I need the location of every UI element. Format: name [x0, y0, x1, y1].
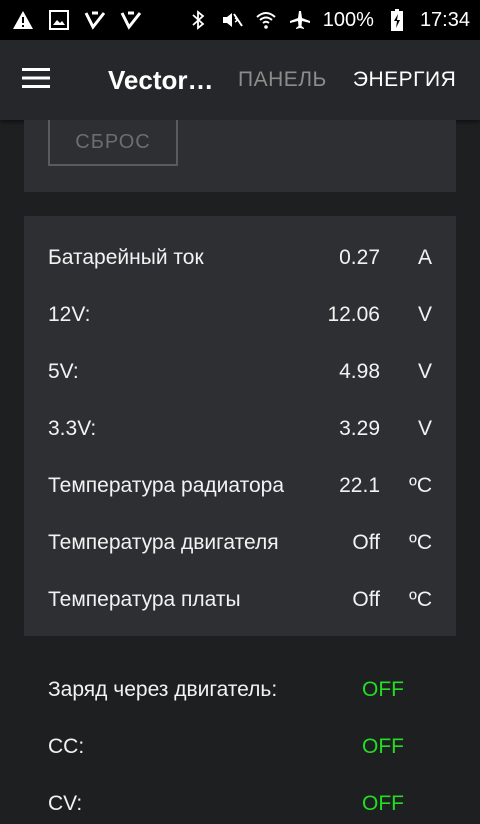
mode-state: OFF	[362, 678, 404, 701]
reading-value: 12.06	[327, 303, 380, 326]
reading-unit: V	[417, 417, 432, 440]
mode-row-cv: CV: OFF	[48, 784, 448, 824]
menu-button[interactable]	[0, 40, 72, 120]
reading-row-12v: 12V: 12.06 V	[48, 295, 432, 335]
reading-value: Off	[352, 588, 380, 611]
battery-charging-icon	[386, 9, 408, 31]
reading-value: 3.29	[339, 417, 380, 440]
vector-app-icon	[84, 9, 106, 31]
reading-unit: V	[417, 360, 432, 383]
reading-row-radiator-temp: Температура радиатора 22.1 ºC	[48, 466, 432, 506]
reading-value: 4.98	[339, 360, 380, 383]
reading-unit: ºC	[409, 588, 432, 611]
reading-value: Off	[352, 531, 380, 554]
mute-icon	[221, 9, 243, 31]
reading-row-5v: 5V: 4.98 V	[48, 352, 432, 392]
readings-card: Батарейный ток 0.27 A 12V: 12.06 V 5V: 4…	[24, 216, 456, 636]
bluetooth-icon	[187, 9, 209, 31]
mode-label: CV:	[48, 792, 83, 815]
clock: 17:34	[419, 8, 470, 31]
reading-row-board-temp: Температура платы Off ºC	[48, 580, 432, 620]
reading-row-motor-temp: Температура двигателя Off ºC	[48, 523, 432, 563]
mode-row-motor-charging: Заряд через двигатель: OFF	[48, 670, 448, 710]
mode-label: Заряд через двигатель:	[48, 678, 278, 701]
mode-row-cc: CC: OFF	[48, 727, 448, 767]
tab-energy[interactable]: ЭНЕРГИЯ	[353, 68, 456, 92]
reading-row-3v3: 3.3V: 3.29 V	[48, 409, 432, 449]
reset-card: СБРОС	[24, 120, 456, 192]
reading-unit: V	[417, 303, 432, 326]
reading-row-battery-current: Батарейный ток 0.27 A	[48, 238, 432, 278]
hamburger-menu-icon	[22, 67, 50, 93]
battery-percent: 100%	[322, 8, 374, 31]
app-title: Vector…	[108, 64, 214, 95]
reading-unit: ºC	[409, 474, 432, 497]
warning-icon	[12, 9, 34, 31]
reset-button[interactable]: СБРОС	[48, 120, 178, 166]
reading-value: 0.27	[339, 246, 380, 269]
reading-unit: A	[417, 246, 432, 269]
reading-value: 22.1	[339, 474, 380, 497]
wifi-icon	[255, 9, 277, 31]
tab-panel[interactable]: ПАНЕЛЬ	[238, 68, 327, 92]
image-icon	[48, 9, 70, 31]
mode-label: CC:	[48, 735, 85, 758]
vector-app-icon	[120, 9, 142, 31]
status-bar: 100% 17:34	[0, 0, 480, 40]
reading-unit: ºC	[409, 531, 432, 554]
airplane-icon	[289, 9, 311, 31]
mode-state: OFF	[362, 735, 404, 758]
app-bar: Vector… ПАНЕЛЬ ЭНЕРГИЯ	[0, 40, 480, 120]
mode-state: OFF	[362, 792, 404, 815]
